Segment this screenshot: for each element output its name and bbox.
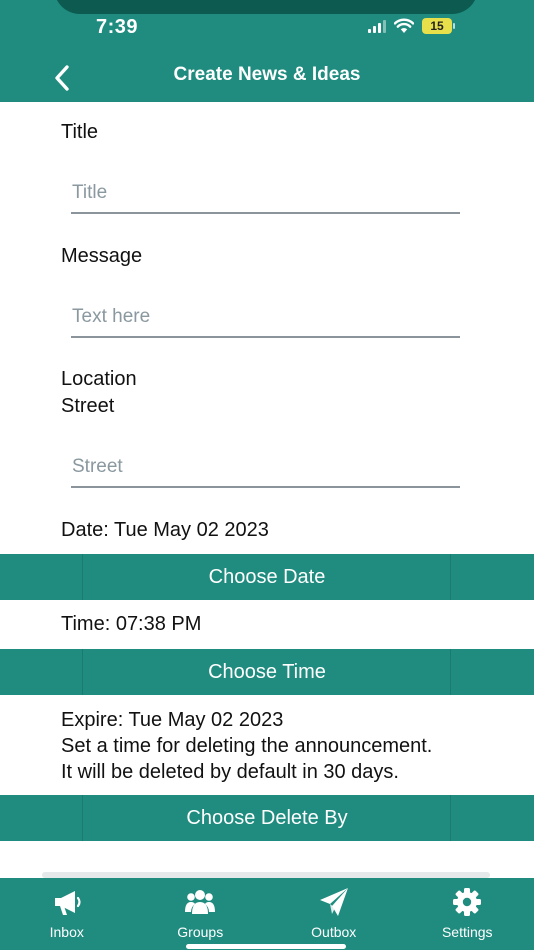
tab-settings[interactable]: Settings (401, 878, 534, 950)
paper-plane-icon (319, 888, 348, 916)
expire-hint-2: It will be deleted by default in 30 days… (61, 761, 399, 783)
status-time: 7:39 (96, 16, 139, 38)
date-display: Date: Tue May 02 2023 (61, 519, 269, 541)
gear-icon (453, 888, 482, 916)
tab-outbox-label: Outbox (311, 924, 357, 940)
tab-bar: Inbox Groups Outbox Settings (0, 878, 534, 950)
battery-icon: 15 (422, 18, 455, 34)
tab-settings-label: Settings (441, 924, 493, 940)
choose-delete-by-button[interactable]: Choose Delete By (0, 795, 534, 841)
button-edge (82, 554, 83, 600)
page-title: Create News & Ideas (173, 64, 361, 85)
tab-outbox[interactable]: Outbox (267, 878, 401, 950)
choose-time-label: Choose Time (208, 660, 326, 683)
expire-display: Expire: Tue May 02 2023 (61, 709, 284, 731)
group-icon (185, 890, 216, 914)
home-indicator (186, 944, 346, 949)
choose-time-button[interactable]: Choose Time (0, 649, 534, 695)
battery-level: 15 (430, 19, 444, 33)
title-label: Title (61, 121, 99, 143)
cellular-signal-icon (368, 19, 386, 33)
location-label: Location (61, 368, 137, 390)
megaphone-icon (54, 891, 81, 915)
top-bar: 7:39 15 Create News & Ideas (0, 0, 534, 102)
tab-groups[interactable]: Groups (134, 878, 268, 950)
street-input[interactable] (71, 448, 460, 488)
wifi-icon (394, 18, 414, 33)
title-input[interactable] (71, 174, 460, 214)
button-edge (450, 795, 451, 841)
time-display: Time: 07:38 PM (61, 613, 202, 635)
button-edge (450, 554, 451, 600)
button-edge (82, 649, 83, 695)
message-label: Message (61, 245, 143, 267)
button-edge (450, 649, 451, 695)
choose-date-button[interactable]: Choose Date (0, 554, 534, 600)
device-notch (54, 0, 478, 14)
choose-date-label: Choose Date (208, 565, 326, 588)
status-icons: 15 (368, 18, 455, 34)
tab-inbox-label: Inbox (49, 924, 84, 940)
choose-delete-by-label: Choose Delete By (186, 806, 348, 829)
button-edge (82, 795, 83, 841)
tab-inbox[interactable]: Inbox (0, 878, 134, 950)
tab-groups-label: Groups (177, 924, 224, 940)
street-label: Street (61, 395, 115, 417)
expire-hint-1: Set a time for deleting the announcement… (61, 735, 433, 757)
message-input[interactable] (71, 298, 460, 338)
